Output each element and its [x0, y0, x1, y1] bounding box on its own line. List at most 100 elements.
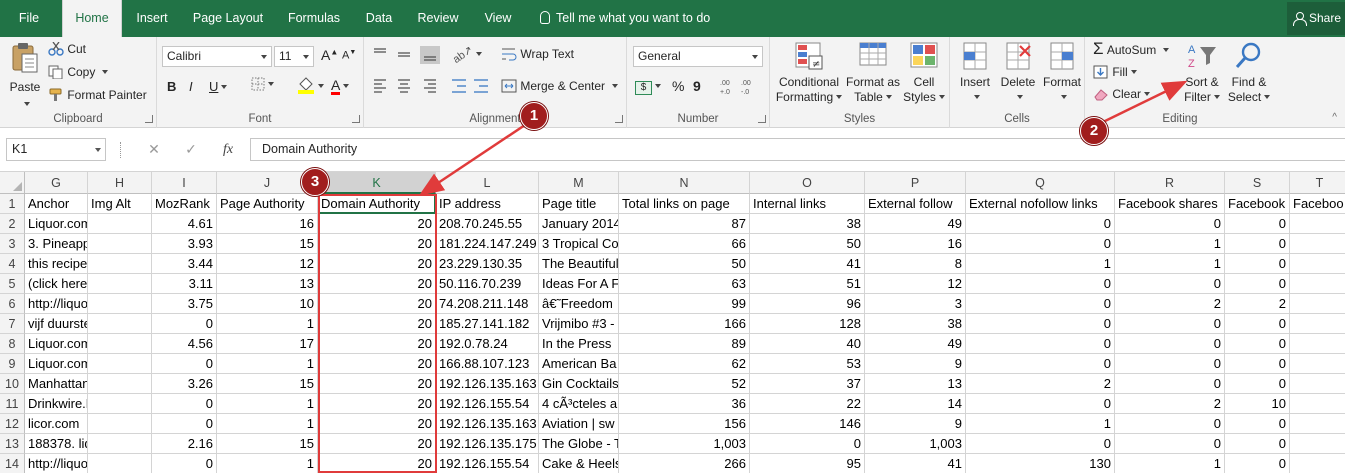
column-header-k[interactable]: K: [318, 172, 436, 194]
column-header-p[interactable]: P: [865, 172, 966, 194]
cell-j8[interactable]: 17: [217, 334, 318, 354]
font-size-select[interactable]: 11: [274, 46, 314, 67]
dialog-launcher-icon[interactable]: [758, 115, 766, 123]
merge-center-button[interactable]: Merge & Center: [501, 79, 619, 93]
cell-o5[interactable]: 51: [750, 274, 865, 294]
cell-r5[interactable]: 0: [1115, 274, 1225, 294]
cell-i14[interactable]: 0: [152, 454, 217, 473]
cell-g13[interactable]: 188378. liquor.com: [25, 434, 88, 454]
cell-t9[interactable]: [1290, 354, 1345, 374]
cell-g9[interactable]: Liquor.com: [25, 354, 88, 374]
row-header[interactable]: 14: [0, 454, 25, 473]
column-header-n[interactable]: N: [619, 172, 750, 194]
cell-k3[interactable]: 20: [318, 234, 436, 254]
cell-n2[interactable]: 87: [619, 214, 750, 234]
cell-k5[interactable]: 20: [318, 274, 436, 294]
cut-button[interactable]: Cut: [48, 40, 86, 58]
cell-m3[interactable]: 3 Tropical Co: [539, 234, 619, 254]
cell-n10[interactable]: 52: [619, 374, 750, 394]
cell-o9[interactable]: 53: [750, 354, 865, 374]
cell-r4[interactable]: 1: [1115, 254, 1225, 274]
row-header[interactable]: 11: [0, 394, 25, 414]
cell-q9[interactable]: 0: [966, 354, 1115, 374]
select-all-button[interactable]: [0, 172, 25, 194]
fill-color-button[interactable]: [297, 76, 324, 94]
cell-g8[interactable]: Liquor.com: [25, 334, 88, 354]
cell-p4[interactable]: 8: [865, 254, 966, 274]
cell-l6[interactable]: 74.208.211.148: [436, 294, 539, 314]
cell-t10[interactable]: [1290, 374, 1345, 394]
cell-p2[interactable]: 49: [865, 214, 966, 234]
cell-j11[interactable]: 1: [217, 394, 318, 414]
cell-k9[interactable]: 20: [318, 354, 436, 374]
cell-l10[interactable]: 192.126.135.163: [436, 374, 539, 394]
cell-m8[interactable]: In the Press: [539, 334, 619, 354]
cell-j3[interactable]: 15: [217, 234, 318, 254]
cell-o3[interactable]: 50: [750, 234, 865, 254]
cell-o6[interactable]: 96: [750, 294, 865, 314]
decrease-font-button[interactable]: A▼: [342, 49, 356, 62]
row-header[interactable]: 9: [0, 354, 25, 374]
column-header-s[interactable]: S: [1225, 172, 1290, 194]
cell-r2[interactable]: 0: [1115, 214, 1225, 234]
cell-s13[interactable]: 0: [1225, 434, 1290, 454]
autosum-button[interactable]: Σ AutoSum: [1093, 40, 1170, 57]
cell-p10[interactable]: 13: [865, 374, 966, 394]
cell-n12[interactable]: 156: [619, 414, 750, 434]
tab-view[interactable]: View: [472, 0, 524, 37]
insert-function-button[interactable]: fx: [217, 138, 239, 161]
cell-r8[interactable]: 0: [1115, 334, 1225, 354]
cell-n4[interactable]: 50: [619, 254, 750, 274]
cell-g3[interactable]: 3. Pineapple Mint Ca: [25, 234, 88, 254]
cell-q6[interactable]: 0: [966, 294, 1115, 314]
cell-q5[interactable]: 0: [966, 274, 1115, 294]
cell-l12[interactable]: 192.126.135.163: [436, 414, 539, 434]
column-header-m[interactable]: M: [539, 172, 619, 194]
cell-s2[interactable]: 0: [1225, 214, 1290, 234]
cell-k10[interactable]: 20: [318, 374, 436, 394]
cell-l9[interactable]: 166.88.107.123: [436, 354, 539, 374]
column-header-q[interactable]: Q: [966, 172, 1115, 194]
row-header[interactable]: 12: [0, 414, 25, 434]
cell-n13[interactable]: 1,003: [619, 434, 750, 454]
format-cells-button[interactable]: Format: [1040, 41, 1084, 105]
formula-input[interactable]: Domain Authority: [250, 138, 1345, 161]
cell-n8[interactable]: 89: [619, 334, 750, 354]
cell-q7[interactable]: 0: [966, 314, 1115, 334]
row-header[interactable]: 2: [0, 214, 25, 234]
cell-h13[interactable]: [88, 434, 152, 454]
cell-l4[interactable]: 23.229.130.35: [436, 254, 539, 274]
cell-m6[interactable]: â€˜Freedom: [539, 294, 619, 314]
cell-r10[interactable]: 0: [1115, 374, 1225, 394]
cell-t7[interactable]: [1290, 314, 1345, 334]
tab-home[interactable]: Home: [62, 0, 122, 38]
insert-cells-button[interactable]: Insert: [954, 41, 996, 105]
cell-t8[interactable]: [1290, 334, 1345, 354]
cell-s1[interactable]: Facebook: [1225, 194, 1290, 214]
cell-h14[interactable]: [88, 454, 152, 473]
cell-t2[interactable]: [1290, 214, 1345, 234]
cell-r9[interactable]: 0: [1115, 354, 1225, 374]
cell-h6[interactable]: [88, 294, 152, 314]
orientation-button[interactable]: ab↗: [451, 44, 483, 66]
row-header[interactable]: 13: [0, 434, 25, 454]
cell-t5[interactable]: [1290, 274, 1345, 294]
cell-n14[interactable]: 266: [619, 454, 750, 473]
cell-p7[interactable]: 38: [865, 314, 966, 334]
cell-l1[interactable]: IP address: [436, 194, 539, 214]
cell-i10[interactable]: 3.26: [152, 374, 217, 394]
cell-n1[interactable]: Total links on page: [619, 194, 750, 214]
column-header-h[interactable]: H: [88, 172, 152, 194]
wrap-text-button[interactable]: Wrap Text: [501, 47, 574, 61]
cell-l5[interactable]: 50.116.70.239: [436, 274, 539, 294]
paste-button[interactable]: Paste: [5, 40, 45, 106]
cell-i8[interactable]: 4.56: [152, 334, 217, 354]
cell-p12[interactable]: 9: [865, 414, 966, 434]
cell-g2[interactable]: Liquor.comâ€™s: [25, 214, 88, 234]
cell-o7[interactable]: 128: [750, 314, 865, 334]
cell-o11[interactable]: 22: [750, 394, 865, 414]
cell-m11[interactable]: 4 cÃ³cteles a: [539, 394, 619, 414]
cell-r11[interactable]: 2: [1115, 394, 1225, 414]
cell-h3[interactable]: [88, 234, 152, 254]
share-button[interactable]: Share: [1287, 2, 1345, 35]
